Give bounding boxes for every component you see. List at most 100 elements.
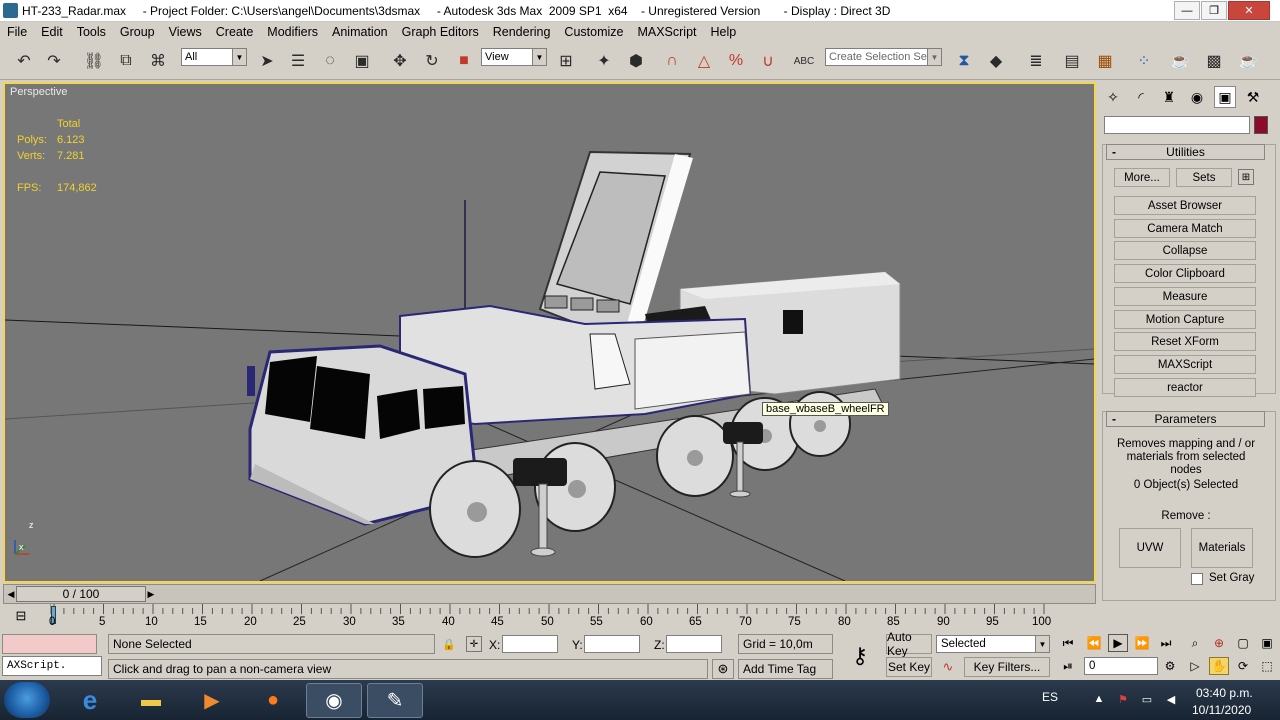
utility-button[interactable]: Camera Match <box>1114 219 1256 238</box>
pivot-center-icon[interactable]: ⊞ <box>554 50 578 72</box>
scale-icon[interactable]: ■ <box>452 50 476 72</box>
keyboard-shortcut-override-icon[interactable]: ⬢ <box>624 50 648 72</box>
render-setup-icon[interactable]: ☕ <box>1168 50 1192 72</box>
menu-animation[interactable]: Animation <box>325 25 395 39</box>
select-by-name-icon[interactable]: ☰ <box>286 50 310 72</box>
y-coordinate-field[interactable] <box>584 635 640 653</box>
rendered-frame-window-icon[interactable]: ▩ <box>1202 50 1226 72</box>
maxscript-mini-input[interactable]: AXScript. <box>2 656 102 676</box>
menu-group[interactable]: Group <box>113 25 162 39</box>
file-explorer-icon[interactable]: ▬ <box>123 683 179 718</box>
menu-views[interactable]: Views <box>162 25 209 39</box>
align-icon[interactable]: ◆ <box>984 50 1008 72</box>
arc-rotate-icon[interactable]: ⟳ <box>1233 657 1253 675</box>
select-and-link-icon[interactable]: ⛓ <box>82 50 106 72</box>
default-in-out-tangents-icon[interactable]: ∿ <box>937 657 959 677</box>
paint-taskbar-icon[interactable]: ✎ <box>367 683 423 718</box>
previous-frame-icon[interactable]: ⏪ <box>1084 634 1104 652</box>
next-frame-arrow-icon[interactable]: ▶ <box>146 587 156 601</box>
curve-editor-mini-icon[interactable]: ⊟ <box>10 606 32 626</box>
utilities-rollout-header[interactable]: - Utilities <box>1106 144 1265 160</box>
materials-button[interactable]: Materials <box>1191 528 1253 568</box>
unlink-icon[interactable]: ⧉ <box>114 50 138 72</box>
previous-frame-arrow-icon[interactable]: ◀ <box>6 587 16 601</box>
internet-explorer-icon[interactable]: e <box>62 683 118 718</box>
uvw-button[interactable]: UVW <box>1119 528 1181 568</box>
hierarchy-tab-icon[interactable]: ♜ <box>1158 86 1180 108</box>
menu-modifiers[interactable]: Modifiers <box>260 25 325 39</box>
3dsmax-taskbar-icon[interactable]: ◉ <box>306 683 362 718</box>
spinner-snap-icon[interactable]: ∪ <box>756 50 780 72</box>
key-filters-button[interactable]: Key Filters... <box>964 657 1050 677</box>
create-tab-icon[interactable]: ✧ <box>1102 86 1124 108</box>
zoom-extents-icon[interactable]: ▢ <box>1233 634 1253 652</box>
absolute-mode-icon[interactable]: ✛ <box>466 636 482 652</box>
utility-button[interactable]: Reset XForm <box>1114 332 1256 351</box>
next-frame-icon[interactable]: ⏩ <box>1132 634 1152 652</box>
menu-create[interactable]: Create <box>209 25 261 39</box>
track-bar[interactable]: ⊟ 0 5 10 15 20 25 30 35 40 45 50 55 60 6… <box>0 604 1280 632</box>
zoom-extents-all-icon[interactable]: ▣ <box>1257 634 1277 652</box>
maxscript-listener-mini[interactable] <box>2 634 97 654</box>
quick-render-icon[interactable]: ☕ <box>1236 50 1260 72</box>
menu-maxscript[interactable]: MAXScript <box>630 25 703 39</box>
bind-to-space-warp-icon[interactable]: ⌘ <box>146 50 170 72</box>
menu-tools[interactable]: Tools <box>70 25 113 39</box>
layer-manager-icon[interactable]: ≣ <box>1024 50 1048 72</box>
input-language[interactable]: ES <box>1042 690 1058 704</box>
undo-icon[interactable]: ↶ <box>12 50 36 72</box>
configure-button-sets-icon[interactable]: ⊞ <box>1238 169 1254 185</box>
sets-button[interactable]: Sets <box>1176 168 1232 187</box>
maximize-button[interactable]: ❐ <box>1201 1 1227 20</box>
perspective-viewport[interactable]: Perspective Total Polys: 6.123 Verts: 7.… <box>3 82 1096 583</box>
more-button[interactable]: More... <box>1114 168 1170 187</box>
menu-graph-editors[interactable]: Graph Editors <box>395 25 486 39</box>
go-to-start-icon[interactable]: ⏮ <box>1058 634 1078 652</box>
rotate-icon[interactable]: ↻ <box>420 50 444 72</box>
x-coordinate-field[interactable] <box>502 635 558 653</box>
firefox-icon[interactable]: ● <box>245 683 301 718</box>
zoom-icon[interactable]: ⌕ <box>1185 634 1205 652</box>
action-center-icon[interactable]: ⚑ <box>1116 692 1130 706</box>
add-time-tag-button[interactable]: Add Time Tag <box>738 659 833 679</box>
show-hidden-icons-icon[interactable]: ▲ <box>1092 692 1106 706</box>
utility-button[interactable]: Measure <box>1114 287 1256 306</box>
time-slider[interactable]: ◀ 0 / 100 ▶ <box>3 584 1096 604</box>
select-object-icon[interactable]: ➤ <box>255 50 279 72</box>
modify-tab-icon[interactable]: ◜ <box>1130 86 1152 108</box>
clock-date[interactable]: 10/11/2020 <box>1192 703 1251 717</box>
utility-button[interactable]: Motion Capture <box>1114 310 1256 329</box>
current-frame-field[interactable]: 0 <box>1084 657 1158 675</box>
set-gray-checkbox[interactable] <box>1191 573 1203 585</box>
percent-snap-icon[interactable]: % <box>724 50 748 72</box>
object-name-field[interactable] <box>1104 116 1250 134</box>
key-mode-toggle-icon[interactable]: ⏯ <box>1058 657 1078 675</box>
volume-icon[interactable]: ◀ <box>1164 692 1178 706</box>
snaps-toggle-icon[interactable]: ∩ <box>660 50 684 72</box>
key-mode-dropdown[interactable]: Selected ▼ <box>936 635 1050 653</box>
menu-help[interactable]: Help <box>704 25 744 39</box>
object-color-swatch[interactable] <box>1254 116 1268 134</box>
pan-view-icon[interactable]: ✋ <box>1209 657 1229 675</box>
move-icon[interactable]: ✥ <box>388 50 412 72</box>
utility-button[interactable]: Asset Browser <box>1114 196 1256 215</box>
start-button[interactable] <box>4 682 50 718</box>
auto-key-button[interactable]: Auto Key <box>886 630 932 658</box>
lock-selection-icon[interactable]: 🔒 <box>442 638 456 651</box>
reference-coordinate-dropdown[interactable]: View ▼ <box>481 48 547 66</box>
time-configuration-icon[interactable]: ⚙ <box>1160 657 1180 675</box>
utility-button[interactable]: MAXScript <box>1114 355 1256 374</box>
window-crossing-icon[interactable]: ▣ <box>350 50 374 72</box>
field-of-view-icon[interactable]: ▷ <box>1185 657 1205 675</box>
schematic-view-icon[interactable]: ▦ <box>1093 50 1117 72</box>
go-to-end-icon[interactable]: ⏭ <box>1156 634 1176 652</box>
named-selection-dropdown[interactable]: Create Selection Set ▼ <box>825 48 942 66</box>
set-key-button[interactable]: Set Key <box>886 657 932 677</box>
selection-region-icon[interactable]: ◌ <box>318 50 342 72</box>
utility-button[interactable]: Collapse <box>1114 241 1256 260</box>
zoom-all-icon[interactable]: ⊕ <box>1209 634 1229 652</box>
time-slider-thumb[interactable]: 0 / 100 <box>16 586 146 602</box>
clock-time[interactable]: 03:40 p.m. <box>1196 686 1253 700</box>
material-editor-icon[interactable]: ⁘ <box>1132 50 1156 72</box>
selection-filter-dropdown[interactable]: All ▼ <box>181 48 247 66</box>
